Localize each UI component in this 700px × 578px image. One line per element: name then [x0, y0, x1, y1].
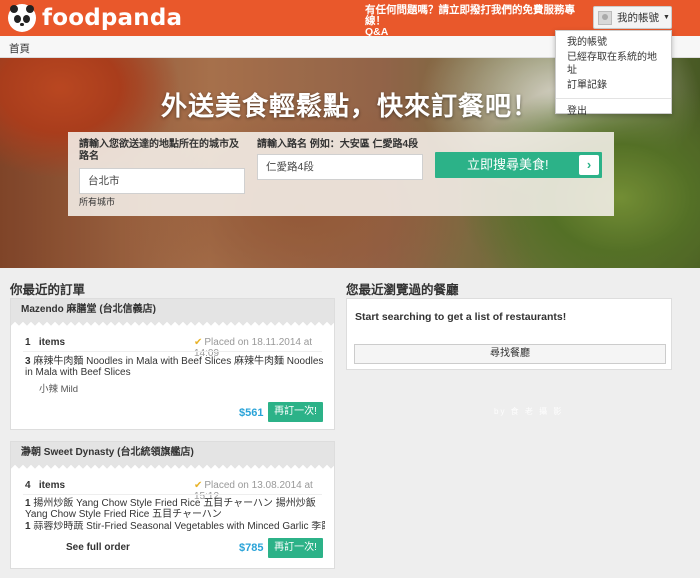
- location-search-panel: 請輸入您欲送達的地點所在的城市及路名 台北市 所有城市 請輸入路名 例如：大安區…: [68, 132, 614, 216]
- menu-item-my-account[interactable]: 我的帳號: [556, 35, 671, 50]
- order-items-count: 4 items: [25, 480, 66, 491]
- help-hotline[interactable]: 有任何問題嗎？請立即撥打我們的免費服務專線！ Q&A: [365, 5, 587, 38]
- order-line-item: 3 麻辣牛肉麵 Noodles in Mala with Beef Slices…: [25, 356, 324, 378]
- account-label: 我的帳號: [617, 12, 659, 24]
- caret-down-icon: ▼: [663, 14, 670, 21]
- brand-name: foodpanda: [42, 5, 183, 31]
- avatar-icon: [598, 10, 612, 25]
- search-food-button[interactable]: 立即搜尋美食! ›: [435, 152, 602, 178]
- all-cities-link[interactable]: 所有城市: [79, 195, 115, 208]
- help-text: 有任何問題嗎？請立即撥打我們的免費服務專線！: [365, 4, 575, 27]
- order-price: $561: [239, 407, 264, 419]
- see-full-order-link[interactable]: See full order: [66, 542, 130, 553]
- watermark: by 食 老 攝 影: [494, 407, 564, 416]
- city-label: 請輸入您欲送達的地點所在的城市及路名: [79, 139, 239, 162]
- account-button[interactable]: 我的帳號 ▼: [593, 6, 672, 29]
- empty-restaurants-text: Start searching to get a list of restaur…: [355, 311, 567, 323]
- arrow-right-icon: ›: [579, 155, 599, 175]
- street-input[interactable]: 仁愛路4段: [257, 154, 423, 180]
- breadcrumb-home[interactable]: 首頁: [9, 41, 30, 56]
- find-restaurants-button[interactable]: 尋找餐廳: [354, 344, 666, 364]
- menu-item-saved-addresses[interactable]: 已經存取在系統的地址: [556, 50, 671, 78]
- order-restaurant-name[interactable]: 瀞朝 Sweet Dynasty (台北統領旗艦店): [11, 442, 334, 464]
- order-line-item: 1 揚州炒飯 Yang Chow Style Fried Rice 五目チャーハ…: [25, 498, 316, 520]
- menu-divider: [556, 98, 671, 99]
- order-restaurant-name[interactable]: Mazendo 麻膳堂 (台北信義店): [11, 299, 334, 321]
- recent-restaurants-title: 您最近瀏覽過的餐廳: [346, 283, 459, 297]
- reorder-button[interactable]: 再訂一次!: [268, 402, 323, 422]
- city-input[interactable]: 台北市: [79, 168, 245, 194]
- order-items-count: 1 items: [25, 337, 66, 348]
- reorder-button[interactable]: 再訂一次!: [268, 538, 323, 558]
- order-card: Mazendo 麻膳堂 (台北信義店) 1 items ✔ Placed on 1…: [10, 298, 335, 430]
- order-price: $785: [239, 542, 264, 554]
- check-icon: ✔: [194, 480, 203, 491]
- menu-item-order-history[interactable]: 訂單記錄: [556, 78, 671, 93]
- street-label: 請輸入路名 例如：大安區 仁愛路4段: [257, 139, 419, 150]
- menu-item-logout[interactable]: 登出: [556, 104, 671, 119]
- order-line-item: 1 蒜蓉炒時蔬 Stir-Fried Seasonal Vegetables w…: [25, 521, 325, 532]
- panda-logo-icon: [8, 4, 36, 32]
- order-card: 瀞朝 Sweet Dynasty (台北統領旗艦店) 4 items ✔ Plac…: [10, 441, 335, 569]
- search-button-label: 立即搜尋美食!: [467, 157, 549, 172]
- recent-restaurants-card: Start searching to get a list of restaur…: [346, 298, 672, 370]
- account-dropdown-menu: 我的帳號 已經存取在系統的地址 訂單記錄 登出: [555, 30, 672, 117]
- check-icon: ✔: [194, 337, 203, 348]
- brand-logo[interactable]: foodpanda: [8, 4, 182, 32]
- recent-orders-title: 你最近的訂單: [10, 283, 86, 297]
- order-item-option: 小辣 Mild: [39, 384, 79, 395]
